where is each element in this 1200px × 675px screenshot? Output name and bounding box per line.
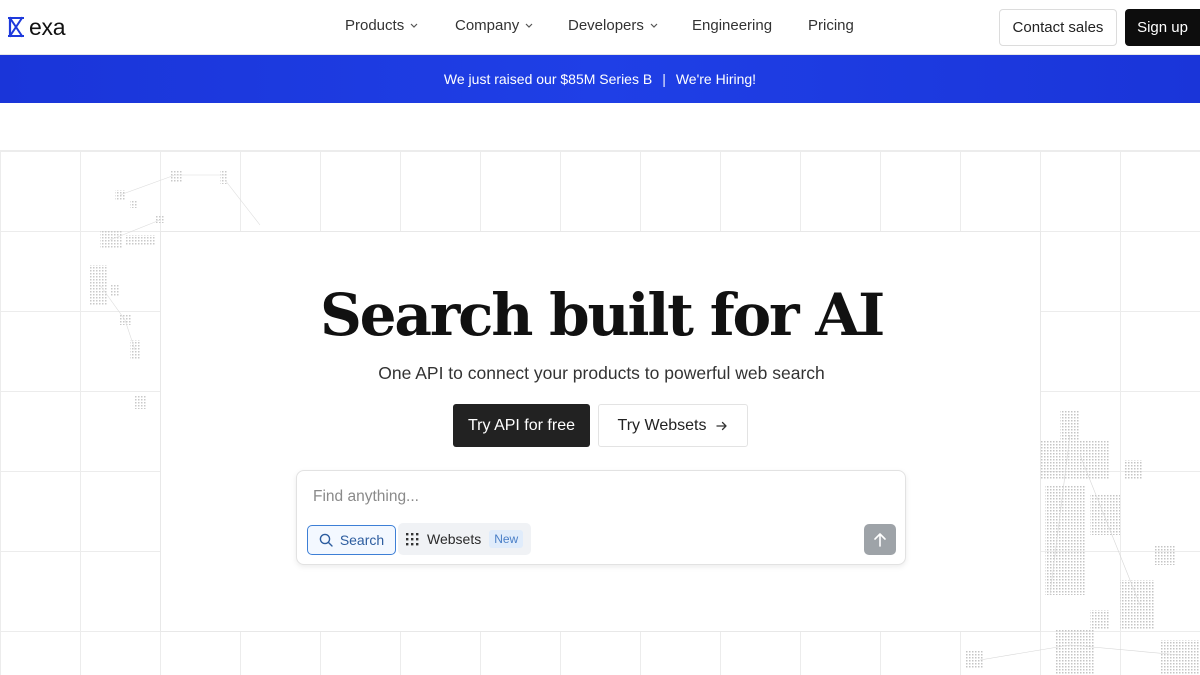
try-websets-label: Try Websets — [617, 416, 707, 434]
nav-item-engineering[interactable]: Engineering — [692, 17, 772, 34]
top-navigation: exa Products Company Developers Engineer… — [0, 0, 1200, 55]
mode-search-label: Search — [339, 532, 385, 548]
hiring-link[interactable]: We're Hiring! — [676, 71, 756, 87]
nav-item-label: Pricing — [808, 17, 854, 34]
nav-item-products[interactable]: Products — [345, 17, 418, 34]
hero-subtitle: One API to connect your products to powe… — [378, 363, 825, 383]
nav-item-pricing[interactable]: Pricing — [808, 17, 854, 34]
page-title: Search built for AI — [319, 281, 885, 349]
chevron-down-icon — [650, 23, 658, 28]
hero-card: Search built for AI One API to connect y… — [160, 231, 1041, 632]
nav-item-label: Products — [345, 17, 405, 34]
chevron-down-icon — [525, 23, 533, 28]
nav-item-label: Company — [455, 17, 520, 34]
contact-sales-button[interactable]: Contact sales — [999, 9, 1117, 46]
mode-search-button[interactable]: Search — [307, 525, 396, 555]
nav-item-developers[interactable]: Developers — [568, 17, 658, 34]
arrow-up-icon — [874, 532, 886, 547]
nav-item-company[interactable]: Company — [455, 17, 533, 34]
mode-websets-label: Websets — [427, 531, 482, 547]
grid-dots-icon — [406, 532, 419, 545]
announcement-banner: We just raised our $85M Series B | We're… — [0, 55, 1200, 103]
nav-item-label: Engineering — [692, 17, 773, 34]
chevron-down-icon — [410, 23, 418, 28]
search-icon — [319, 533, 333, 547]
search-box: Search Websets New — [296, 470, 906, 565]
try-api-button[interactable]: Try API for free — [453, 404, 590, 447]
try-websets-button[interactable]: Try Websets — [598, 404, 748, 447]
nav-item-label: Developers — [568, 17, 644, 34]
mode-websets-button[interactable]: Websets New — [398, 523, 531, 555]
search-input[interactable] — [313, 485, 873, 509]
arrow-right-icon — [716, 421, 728, 430]
funding-announcement-link[interactable]: We just raised our $85M Series B — [444, 71, 652, 87]
sign-up-button[interactable]: Sign up — [1125, 9, 1200, 46]
banner-separator: | — [662, 71, 666, 87]
new-badge: New — [489, 530, 524, 548]
search-submit-button[interactable] — [864, 524, 896, 555]
